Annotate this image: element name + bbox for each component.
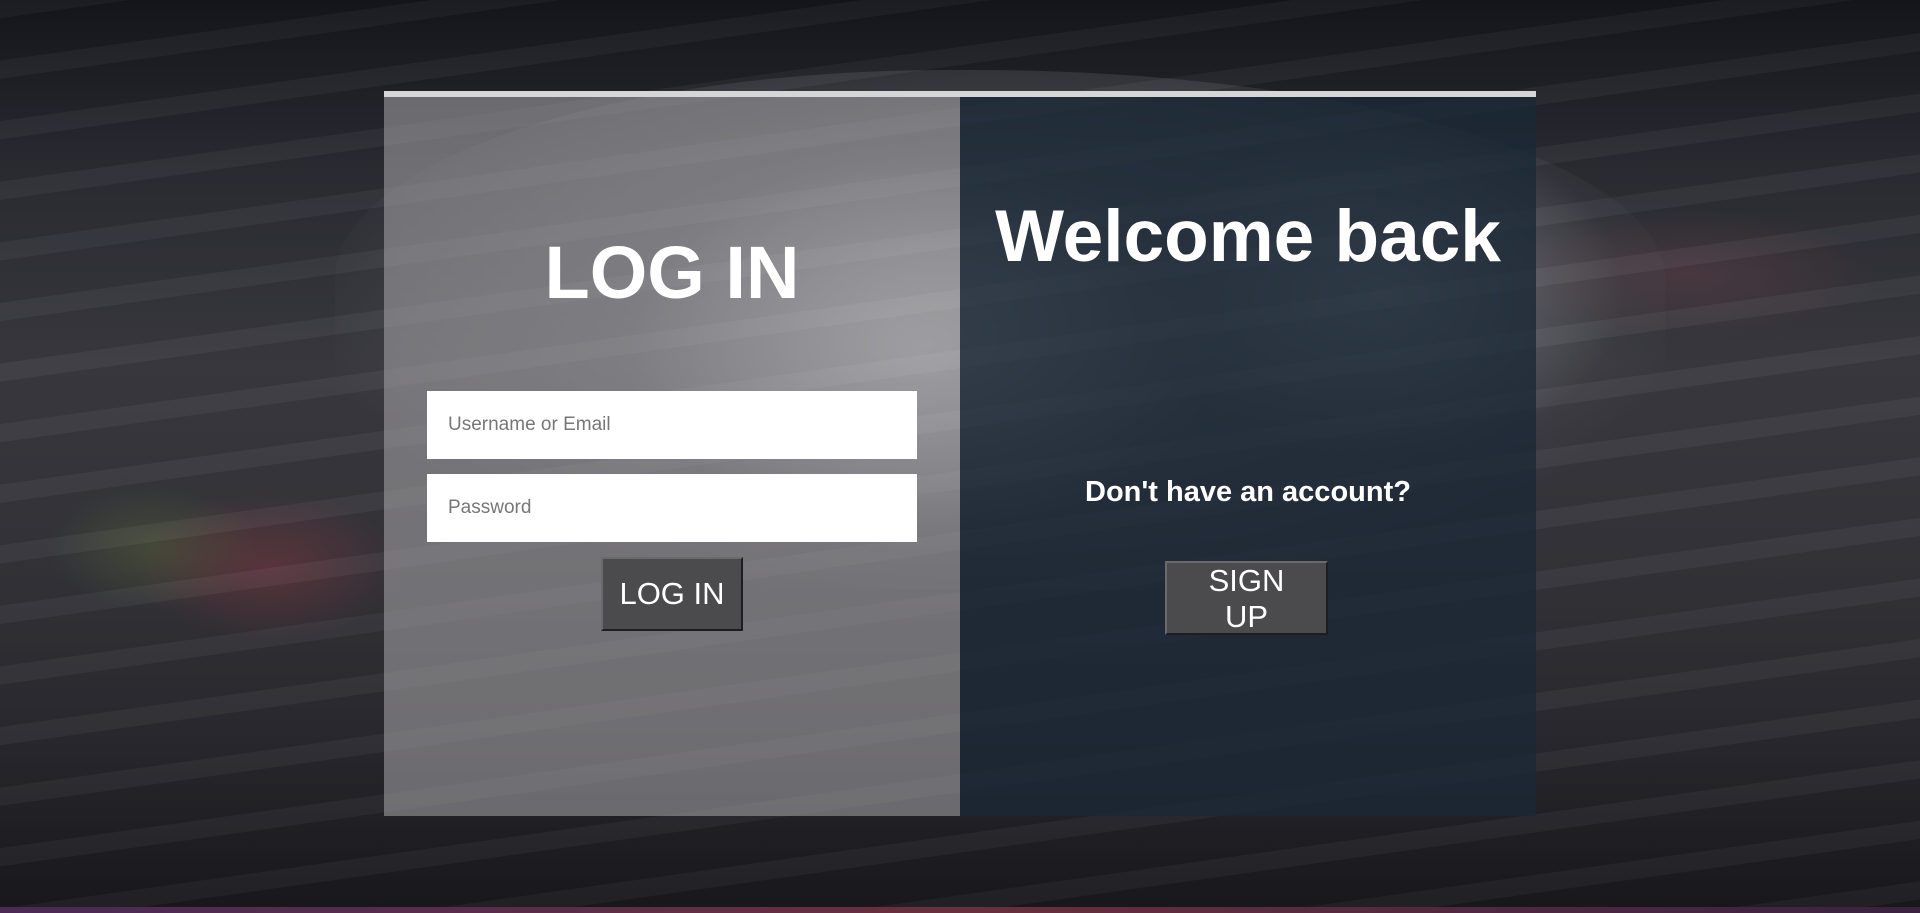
signup-panel: Welcome back Don't have an account? SIGN… — [960, 91, 1536, 816]
username-input[interactable] — [427, 391, 917, 459]
password-input[interactable] — [427, 474, 917, 542]
login-button[interactable]: LOG IN — [601, 557, 743, 631]
bottom-strip — [0, 907, 1920, 913]
signup-prompt: Don't have an account? — [1085, 476, 1411, 508]
login-panel: LOG IN LOG IN — [384, 91, 960, 816]
welcome-heading: Welcome back — [995, 196, 1501, 277]
panel-top-border — [384, 91, 1536, 97]
login-title: LOG IN — [544, 231, 800, 314]
auth-panel: LOG IN LOG IN Welcome back Don't have an… — [384, 91, 1536, 816]
signup-button[interactable]: SIGN UP — [1165, 561, 1328, 635]
